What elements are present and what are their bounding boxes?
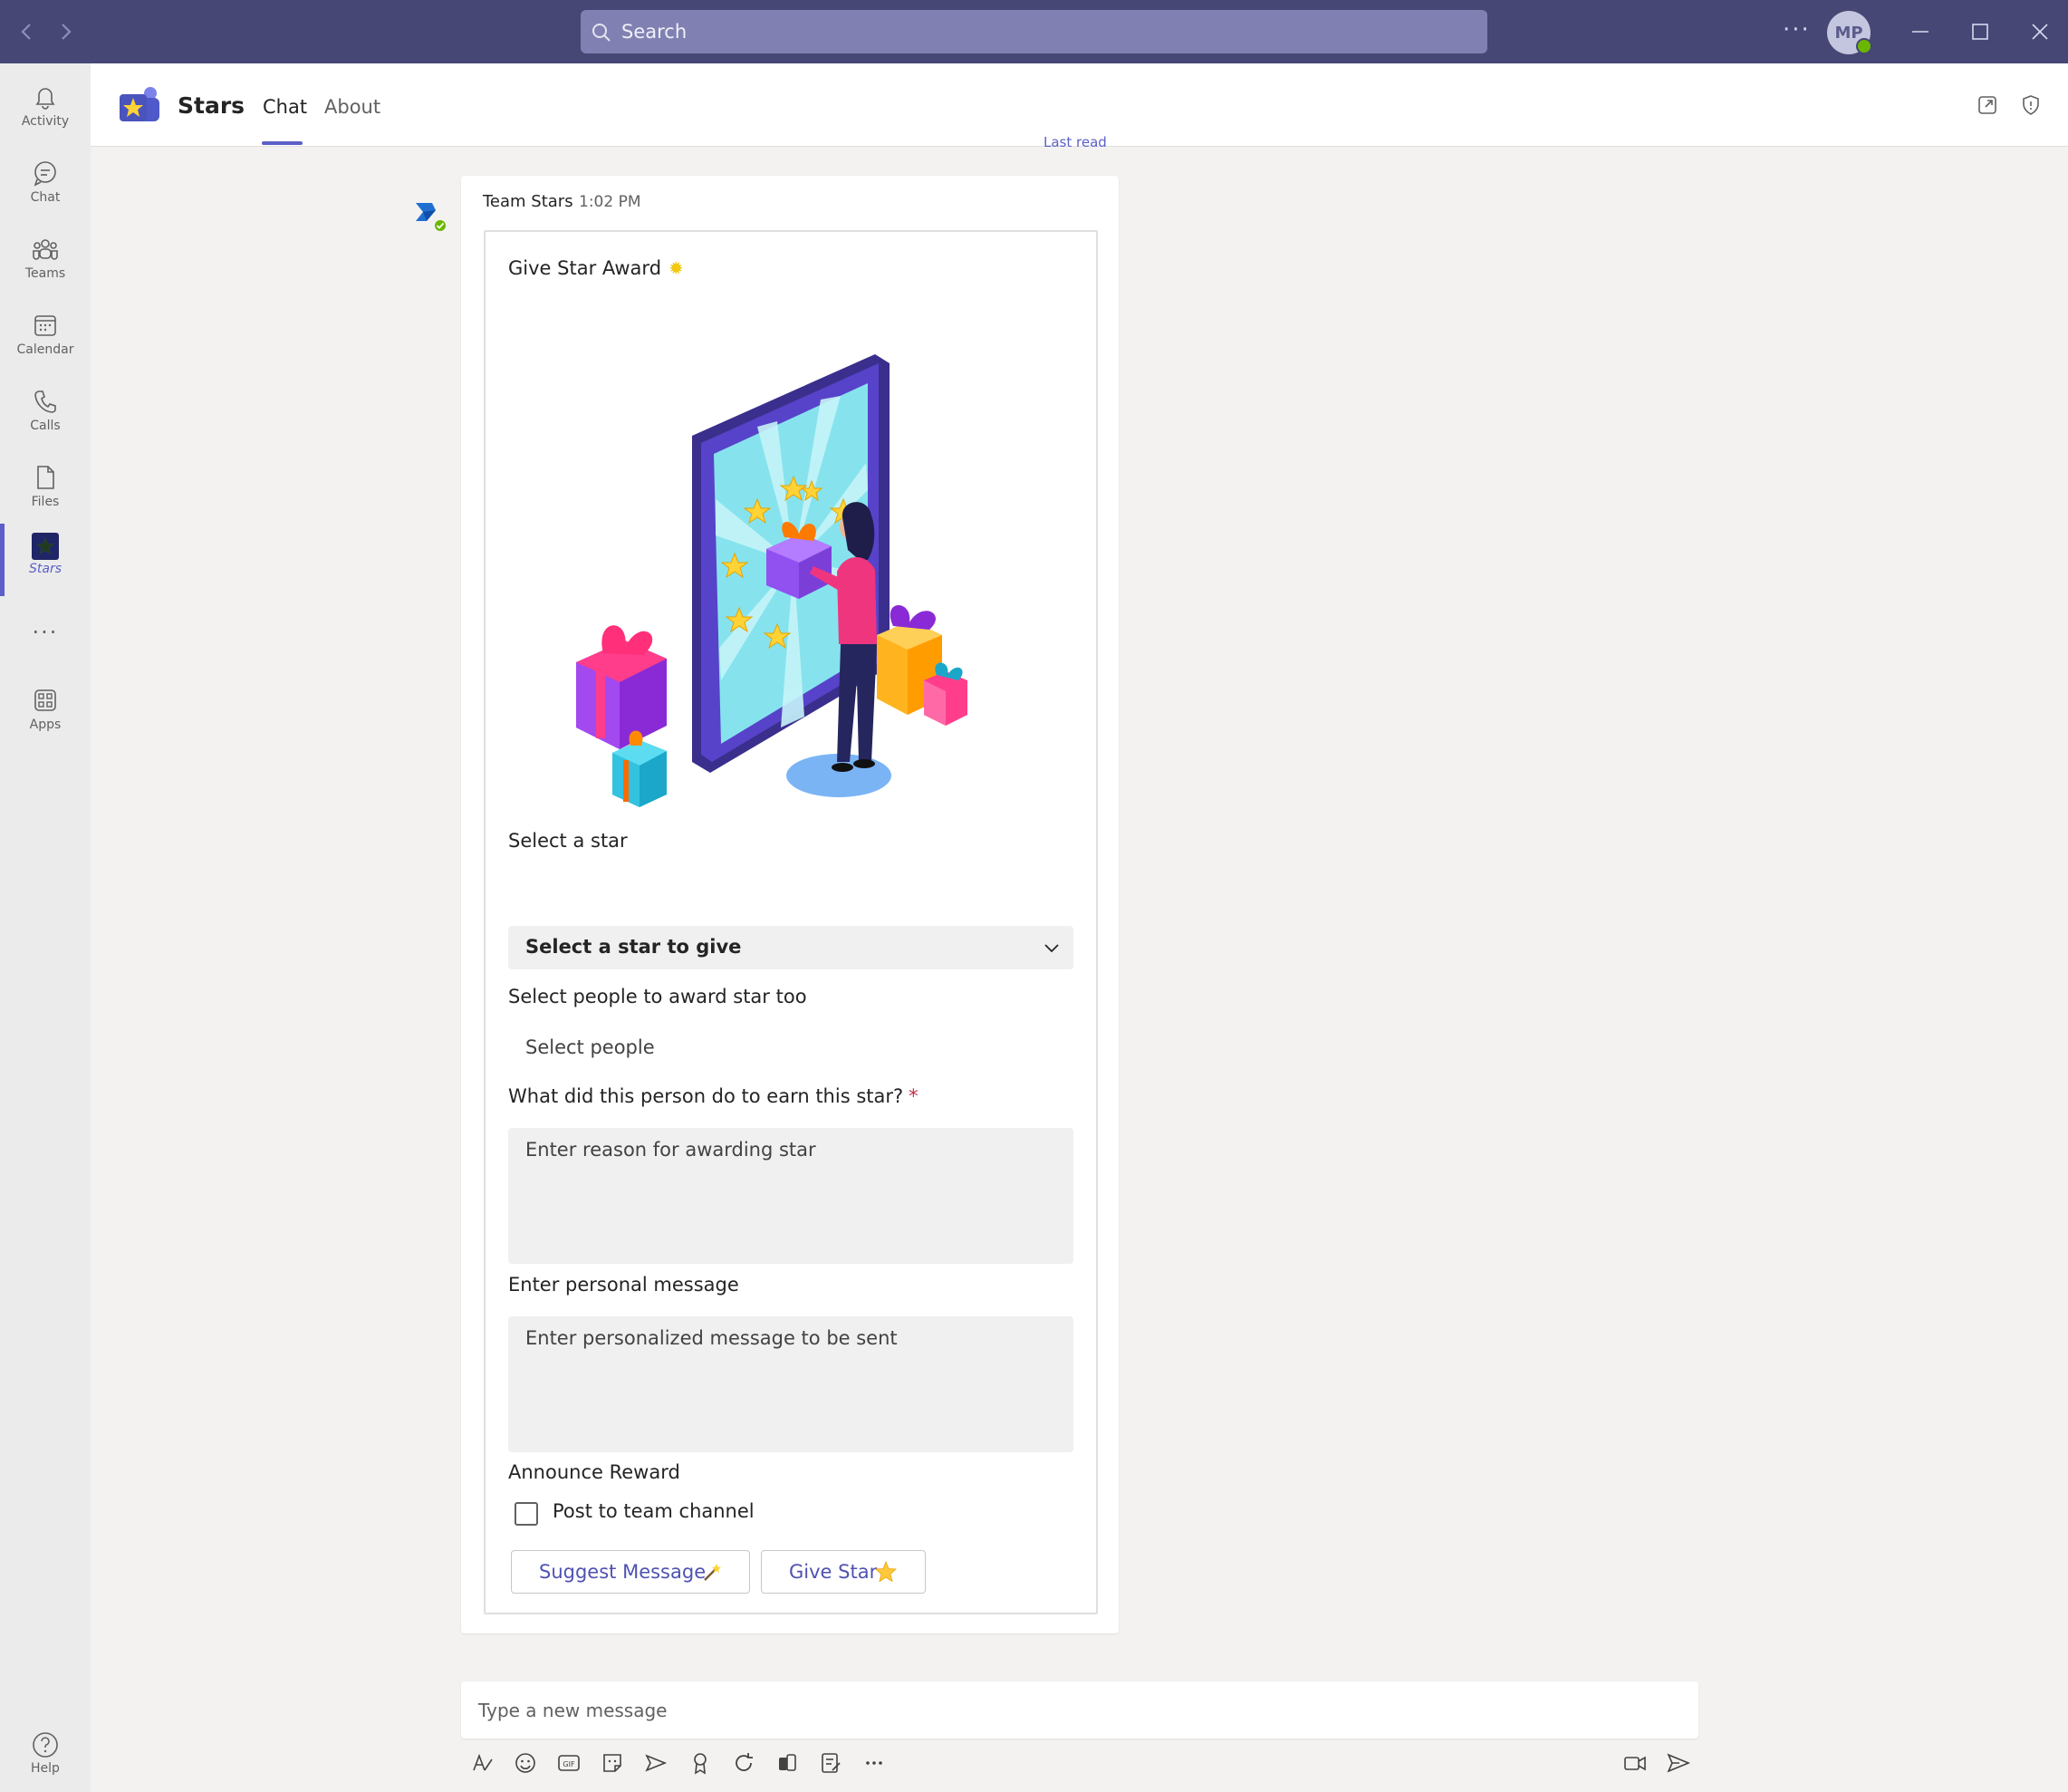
- app-title: Stars: [178, 92, 245, 119]
- rail-label: Apps: [29, 718, 62, 732]
- search-input[interactable]: Search: [581, 10, 1487, 53]
- personal-message-label: Enter personal message: [508, 1274, 739, 1296]
- compose-box[interactable]: Type a new message: [461, 1681, 1698, 1739]
- reason-label: What did this person do to earn this sta…: [508, 1085, 919, 1107]
- more-actions-icon[interactable]: [861, 1750, 887, 1776]
- app-rail: Activity Chat Teams Calendar Calls Files: [0, 63, 91, 1792]
- bot-avatar-icon: [412, 198, 448, 234]
- search-placeholder: Search: [621, 21, 688, 43]
- video-clip-icon[interactable]: [1622, 1750, 1648, 1776]
- people-placeholder: Select people: [525, 1036, 655, 1058]
- presence-available-icon: [1856, 38, 1872, 54]
- compose-placeholder: Type a new message: [478, 1700, 668, 1721]
- more-options-icon[interactable]: ···: [1783, 16, 1811, 43]
- rail-label: Files: [31, 495, 60, 509]
- sparkle-star-icon: ✹: [668, 257, 684, 279]
- rail-item-calendar[interactable]: Calendar: [0, 301, 91, 373]
- rail-item-stars[interactable]: Stars: [0, 524, 91, 596]
- give-star-label: Give Star: [789, 1561, 878, 1583]
- svg-text:GIF: GIF: [563, 1760, 575, 1768]
- rail-item-calls[interactable]: Calls: [0, 377, 91, 449]
- adaptive-card: Give Star Award ✹ Select a star Select a…: [484, 230, 1098, 1614]
- reason-textarea[interactable]: Enter reason for awarding star: [508, 1128, 1073, 1264]
- more-apps-button[interactable]: ···: [0, 616, 91, 652]
- emoji-icon[interactable]: [513, 1750, 538, 1776]
- magic-wand-icon: [704, 1564, 721, 1581]
- forward-arrow-icon[interactable]: [53, 16, 80, 47]
- reason-label-text: What did this person do to earn this sta…: [508, 1085, 904, 1107]
- chevron-down-icon: [1041, 937, 1063, 959]
- rail-item-chat[interactable]: Chat: [0, 149, 91, 221]
- file-icon: [30, 462, 61, 493]
- select-star-label: Select a star: [508, 830, 628, 852]
- forms-icon[interactable]: [818, 1750, 843, 1776]
- post-to-channel-label[interactable]: Post to team channel: [553, 1500, 755, 1522]
- back-arrow-icon[interactable]: [13, 16, 40, 47]
- give-star-button[interactable]: Give Star: [761, 1550, 926, 1594]
- dropdown-value: Select a star to give: [525, 936, 742, 958]
- teams-icon: [30, 234, 61, 265]
- bell-icon: [30, 82, 61, 112]
- pop-out-icon[interactable]: [1976, 93, 1999, 117]
- personal-message-textarea[interactable]: Enter personalized message to be sent: [508, 1316, 1073, 1452]
- rail-item-teams[interactable]: Teams: [0, 225, 91, 297]
- announce-reward-label: Announce Reward: [508, 1461, 680, 1483]
- gift-illustration: [576, 354, 967, 807]
- stream-icon[interactable]: [774, 1750, 800, 1776]
- star-icon: [875, 1560, 897, 1583]
- chat-icon: [30, 158, 61, 188]
- phone-icon: [30, 386, 61, 417]
- rail-label: Calls: [30, 419, 61, 433]
- stars-logo-icon: [116, 82, 163, 129]
- tab-about[interactable]: About: [324, 96, 380, 118]
- card-title-text: Give Star Award: [508, 257, 662, 279]
- rail-item-apps[interactable]: Apps: [0, 676, 91, 748]
- suggest-message-label: Suggest Message: [539, 1561, 707, 1583]
- message-bubble: Team Stars 1:02 PM Give Star Award ✹ Sel…: [461, 176, 1119, 1633]
- calendar-icon: [30, 310, 61, 341]
- loop-icon[interactable]: [731, 1750, 756, 1776]
- select-star-dropdown[interactable]: Select a star to give: [508, 926, 1073, 969]
- help-button[interactable]: Help: [0, 1730, 91, 1776]
- praise-icon[interactable]: [688, 1750, 713, 1776]
- card-title: Give Star Award ✹: [508, 257, 684, 279]
- maximize-icon[interactable]: [1968, 20, 1992, 43]
- active-indicator: [0, 524, 5, 596]
- sticker-icon[interactable]: [600, 1750, 625, 1776]
- close-icon[interactable]: [2028, 20, 2052, 43]
- schedule-meeting-icon[interactable]: [643, 1750, 668, 1776]
- post-to-channel-checkbox[interactable]: [515, 1502, 538, 1526]
- apps-icon: [30, 685, 61, 716]
- rail-label: Stars: [28, 562, 62, 576]
- personal-message-placeholder: Enter personalized message to be sent: [525, 1327, 898, 1349]
- help-icon: [31, 1730, 60, 1759]
- more-icon: ···: [32, 620, 59, 645]
- gif-icon[interactable]: GIF: [556, 1750, 582, 1776]
- reason-placeholder: Enter reason for awarding star: [525, 1139, 816, 1161]
- rail-item-files[interactable]: Files: [0, 453, 91, 525]
- active-tab-indicator: [262, 141, 303, 145]
- search-icon: [590, 21, 613, 44]
- minimize-icon[interactable]: [1909, 20, 1932, 43]
- rail-label: Teams: [24, 266, 66, 281]
- stars-app-icon: [32, 533, 59, 560]
- title-bar: Search ··· MP: [0, 0, 2068, 63]
- rail-label: Chat: [30, 190, 61, 205]
- select-people-label: Select people to award star too: [508, 986, 807, 1007]
- message-sender: Team Stars: [483, 192, 573, 211]
- shield-icon[interactable]: [2019, 93, 2043, 117]
- rail-label: Calendar: [16, 342, 74, 357]
- required-asterisk: *: [909, 1085, 919, 1107]
- format-icon[interactable]: [470, 1750, 495, 1776]
- tab-chat[interactable]: Chat: [263, 96, 307, 118]
- rail-item-activity[interactable]: Activity: [0, 72, 91, 145]
- people-picker-input[interactable]: Select people: [508, 1026, 1073, 1067]
- send-icon[interactable]: [1666, 1750, 1691, 1776]
- suggest-message-button[interactable]: Suggest Message: [511, 1550, 750, 1594]
- rail-label: Activity: [21, 114, 70, 129]
- help-label: Help: [31, 1761, 60, 1776]
- message-time: 1:02 PM: [579, 193, 641, 211]
- last-read-marker: Last read: [1044, 134, 1107, 147]
